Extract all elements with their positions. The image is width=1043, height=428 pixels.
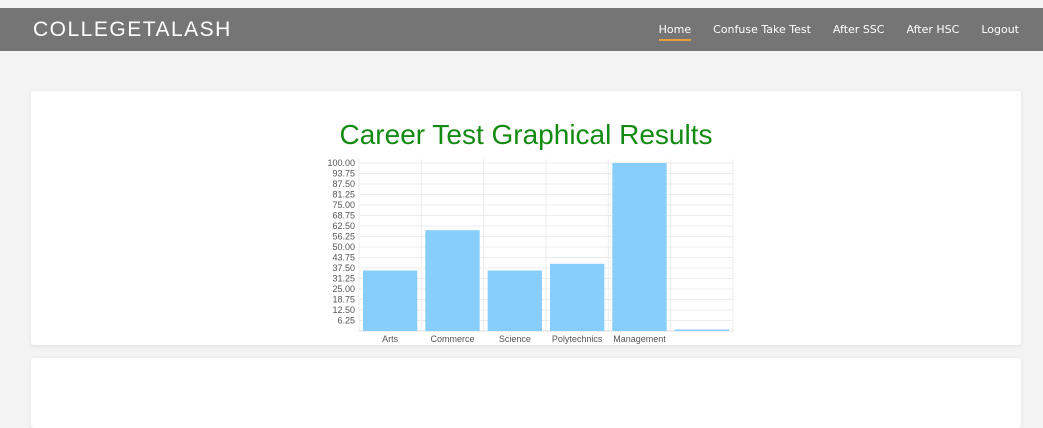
y-tick-label: 68.75	[332, 211, 355, 221]
nav-menu: Home Confuse Take Test After SSC After H…	[637, 19, 1019, 41]
y-tick-label: 37.50	[332, 263, 355, 273]
x-tick-label: Commerce	[430, 334, 474, 344]
y-tick-label: 43.75	[332, 253, 355, 263]
y-tick-label: 87.50	[332, 179, 355, 189]
nav-confuse-take-test[interactable]: Confuse Take Test	[713, 19, 811, 40]
x-tick-label: Science	[499, 334, 531, 344]
x-tick-label: Polytechnics	[552, 334, 603, 344]
top-navbar: COLLEGETALASH Home Confuse Take Test Aft…	[0, 8, 1043, 51]
x-tick-label: Arts	[382, 334, 399, 344]
y-tick-label: 6.25	[337, 316, 355, 326]
y-tick-label: 62.50	[332, 221, 355, 231]
bar-science	[487, 270, 542, 331]
y-tick-label: 100.00	[327, 158, 355, 168]
nav-after-hsc[interactable]: After HSC	[906, 19, 959, 40]
bar-commerce	[425, 230, 480, 331]
secondary-card	[31, 358, 1021, 428]
nav-logout[interactable]: Logout	[981, 19, 1019, 40]
y-tick-label: 18.75	[332, 295, 355, 305]
y-tick-label: 81.25	[332, 190, 355, 200]
x-tick-label: Management	[613, 334, 666, 344]
nav-home[interactable]: Home	[658, 19, 692, 41]
y-tick-label: 75.00	[332, 200, 355, 210]
bar-management	[612, 163, 667, 331]
y-tick-label: 50.00	[332, 242, 355, 252]
bar-polytechnics	[550, 263, 605, 331]
y-tick-label: 56.25	[332, 232, 355, 242]
y-tick-label: 93.75	[332, 169, 355, 179]
y-tick-label: 25.00	[332, 284, 355, 294]
nav-after-ssc[interactable]: After SSC	[833, 19, 885, 40]
bar-arts	[363, 270, 418, 331]
results-card: Career Test Graphical Results 100.00 93.7…	[31, 91, 1021, 345]
y-tick-label: 31.25	[332, 274, 355, 284]
y-tick-label: 12.50	[332, 305, 355, 315]
brand-logo[interactable]: COLLEGETALASH	[33, 18, 232, 42]
bar-empty	[674, 329, 729, 331]
bar-chart: 100.0093.7587.5081.2575.0068.7562.5056.2…	[327, 158, 734, 344]
